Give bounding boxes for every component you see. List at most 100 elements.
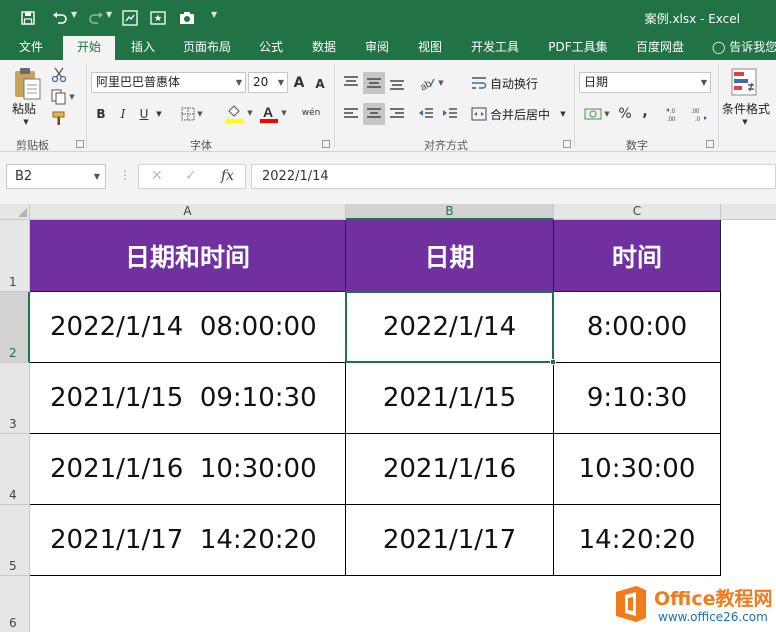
- name-box[interactable]: B2 ▼: [6, 164, 106, 189]
- increase-indent-icon[interactable]: [440, 103, 460, 125]
- merge-center-button[interactable]: 合并后居中: [490, 106, 550, 123]
- percent-button[interactable]: %: [616, 103, 634, 125]
- formula-bar-resize-handle[interactable]: ⋮: [119, 168, 131, 182]
- table-cell[interactable]: 2022/1/14 08:00:00: [30, 292, 346, 363]
- camera-icon[interactable]: [177, 8, 197, 28]
- insert-function-icon[interactable]: fx: [221, 168, 234, 184]
- row-number: 5: [9, 559, 17, 573]
- header-cell-datetime[interactable]: 日期和时间: [30, 220, 346, 292]
- orientation-icon[interactable]: ab ▼: [414, 72, 448, 94]
- font-color-icon[interactable]: A ▼: [256, 101, 290, 125]
- paste-icon[interactable]: [10, 66, 44, 102]
- tab-file[interactable]: 文件: [8, 36, 54, 60]
- tab-developer[interactable]: 开发工具: [462, 36, 528, 60]
- align-center-icon[interactable]: [363, 103, 385, 125]
- table-cell[interactable]: 2021/1/17 14:20:20: [30, 505, 346, 576]
- cancel-icon[interactable]: ✕: [151, 168, 163, 184]
- tab-formulas[interactable]: 公式: [249, 36, 293, 60]
- conditional-format-button[interactable]: 条件格式: [722, 100, 770, 117]
- tab-page-layout[interactable]: 页面布局: [174, 36, 240, 60]
- grow-font-button[interactable]: A: [291, 72, 307, 93]
- copy-icon[interactable]: ▼: [48, 87, 78, 107]
- shrink-font-button[interactable]: A: [312, 74, 328, 93]
- row-header-4[interactable]: 4: [0, 434, 30, 505]
- alignment-launcher-icon[interactable]: [563, 140, 571, 148]
- screenshot-tool-icon[interactable]: [120, 8, 140, 28]
- row-header-2[interactable]: 2: [0, 292, 30, 363]
- header-cell-time[interactable]: 时间: [554, 220, 721, 292]
- merge-center-icon[interactable]: [470, 103, 488, 125]
- font-launcher-icon[interactable]: [322, 140, 330, 148]
- fill-color-icon[interactable]: ▼: [220, 101, 258, 125]
- row-header-1[interactable]: 1: [0, 220, 30, 292]
- clipboard-launcher-icon[interactable]: [76, 140, 84, 148]
- formula-input[interactable]: 2022/1/14: [251, 164, 776, 189]
- paste-label[interactable]: 粘贴: [12, 100, 36, 117]
- wrap-text-icon[interactable]: [470, 72, 488, 94]
- table-cell[interactable]: 2021/1/15: [346, 363, 554, 434]
- decrease-decimal-icon[interactable]: .00.0: [688, 103, 710, 125]
- row-header-6[interactable]: 6: [0, 576, 30, 632]
- align-middle-icon[interactable]: [363, 72, 385, 94]
- phonetic-button[interactable]: wén: [299, 102, 323, 124]
- underline-button[interactable]: U: [136, 103, 152, 125]
- undo-icon[interactable]: [50, 8, 70, 28]
- tab-pdf-tools[interactable]: PDF工具集: [540, 36, 616, 60]
- conditional-format-icon[interactable]: [728, 66, 760, 100]
- customize-qa-icon[interactable]: ▼: [211, 10, 217, 19]
- select-all-button[interactable]: [0, 204, 30, 220]
- row-header-5[interactable]: 5: [0, 505, 30, 576]
- paste-dropdown-icon[interactable]: ▼: [18, 116, 34, 128]
- fill-handle[interactable]: [550, 359, 556, 365]
- table-cell[interactable]: 10:30:00: [554, 434, 721, 505]
- underline-dropdown-icon[interactable]: ▼: [154, 105, 164, 123]
- tab-baidu-netdisk[interactable]: 百度网盘: [626, 36, 694, 60]
- table-cell[interactable]: 2021/1/17: [346, 505, 554, 576]
- comma-button[interactable]: ,: [638, 101, 652, 123]
- merge-dropdown-icon[interactable]: ▼: [558, 105, 568, 123]
- table-cell[interactable]: 2021/1/15 09:10:30: [30, 363, 346, 434]
- column-header-d[interactable]: [721, 204, 776, 220]
- column-header-c[interactable]: C: [554, 204, 721, 220]
- save-icon[interactable]: [18, 8, 38, 28]
- table-cell[interactable]: 2021/1/16 10:30:00: [30, 434, 346, 505]
- wrap-text-button[interactable]: 自动换行: [490, 75, 538, 92]
- table-cell[interactable]: 8:00:00: [554, 292, 721, 363]
- tab-insert[interactable]: 插入: [121, 36, 165, 60]
- tell-me-search[interactable]: ◯ 告诉我您: [712, 36, 776, 60]
- decrease-indent-icon[interactable]: [416, 103, 436, 125]
- table-cell[interactable]: 9:10:30: [554, 363, 721, 434]
- tab-data[interactable]: 数据: [302, 36, 346, 60]
- number-format-select[interactable]: 日期 ▼: [579, 72, 711, 93]
- bold-button[interactable]: B: [92, 103, 110, 125]
- enter-icon[interactable]: ✓: [185, 168, 197, 184]
- row-header-3[interactable]: 3: [0, 363, 30, 434]
- undo-dropdown-icon[interactable]: ▼: [71, 10, 77, 19]
- align-left-icon[interactable]: [340, 103, 362, 125]
- italic-button[interactable]: I: [114, 103, 132, 125]
- cut-icon[interactable]: [48, 65, 70, 85]
- worksheet-grid[interactable]: A B C 1 2 3 4 5 6 日期和时间 日期 时间 2022/1/14 …: [0, 204, 776, 632]
- increase-decimal-icon[interactable]: .0.00: [664, 103, 686, 125]
- column-header-b[interactable]: B: [346, 204, 554, 220]
- redo-dropdown-icon[interactable]: ▼: [106, 10, 112, 19]
- table-cell[interactable]: 14:20:20: [554, 505, 721, 576]
- favorite-icon[interactable]: [148, 8, 168, 28]
- font-name-select[interactable]: 阿里巴巴普惠体 ▼: [91, 72, 246, 93]
- accounting-format-icon[interactable]: ▼: [580, 103, 614, 125]
- tab-review[interactable]: 审阅: [355, 36, 399, 60]
- align-bottom-icon[interactable]: [386, 72, 408, 94]
- align-right-icon[interactable]: [386, 103, 408, 125]
- borders-icon[interactable]: ▼: [172, 103, 212, 125]
- redo-icon[interactable]: [86, 8, 106, 28]
- font-size-select[interactable]: 20 ▼: [248, 72, 288, 93]
- header-cell-date[interactable]: 日期: [346, 220, 554, 292]
- number-launcher-icon[interactable]: [706, 140, 714, 148]
- table-cell[interactable]: 2021/1/16: [346, 434, 554, 505]
- format-painter-icon[interactable]: [48, 109, 70, 129]
- tab-home[interactable]: 开始: [63, 36, 115, 60]
- column-header-a[interactable]: A: [30, 204, 346, 220]
- align-top-icon[interactable]: [340, 72, 362, 94]
- tab-view[interactable]: 视图: [408, 36, 452, 60]
- conditional-format-dropdown-icon[interactable]: ▼: [738, 116, 752, 128]
